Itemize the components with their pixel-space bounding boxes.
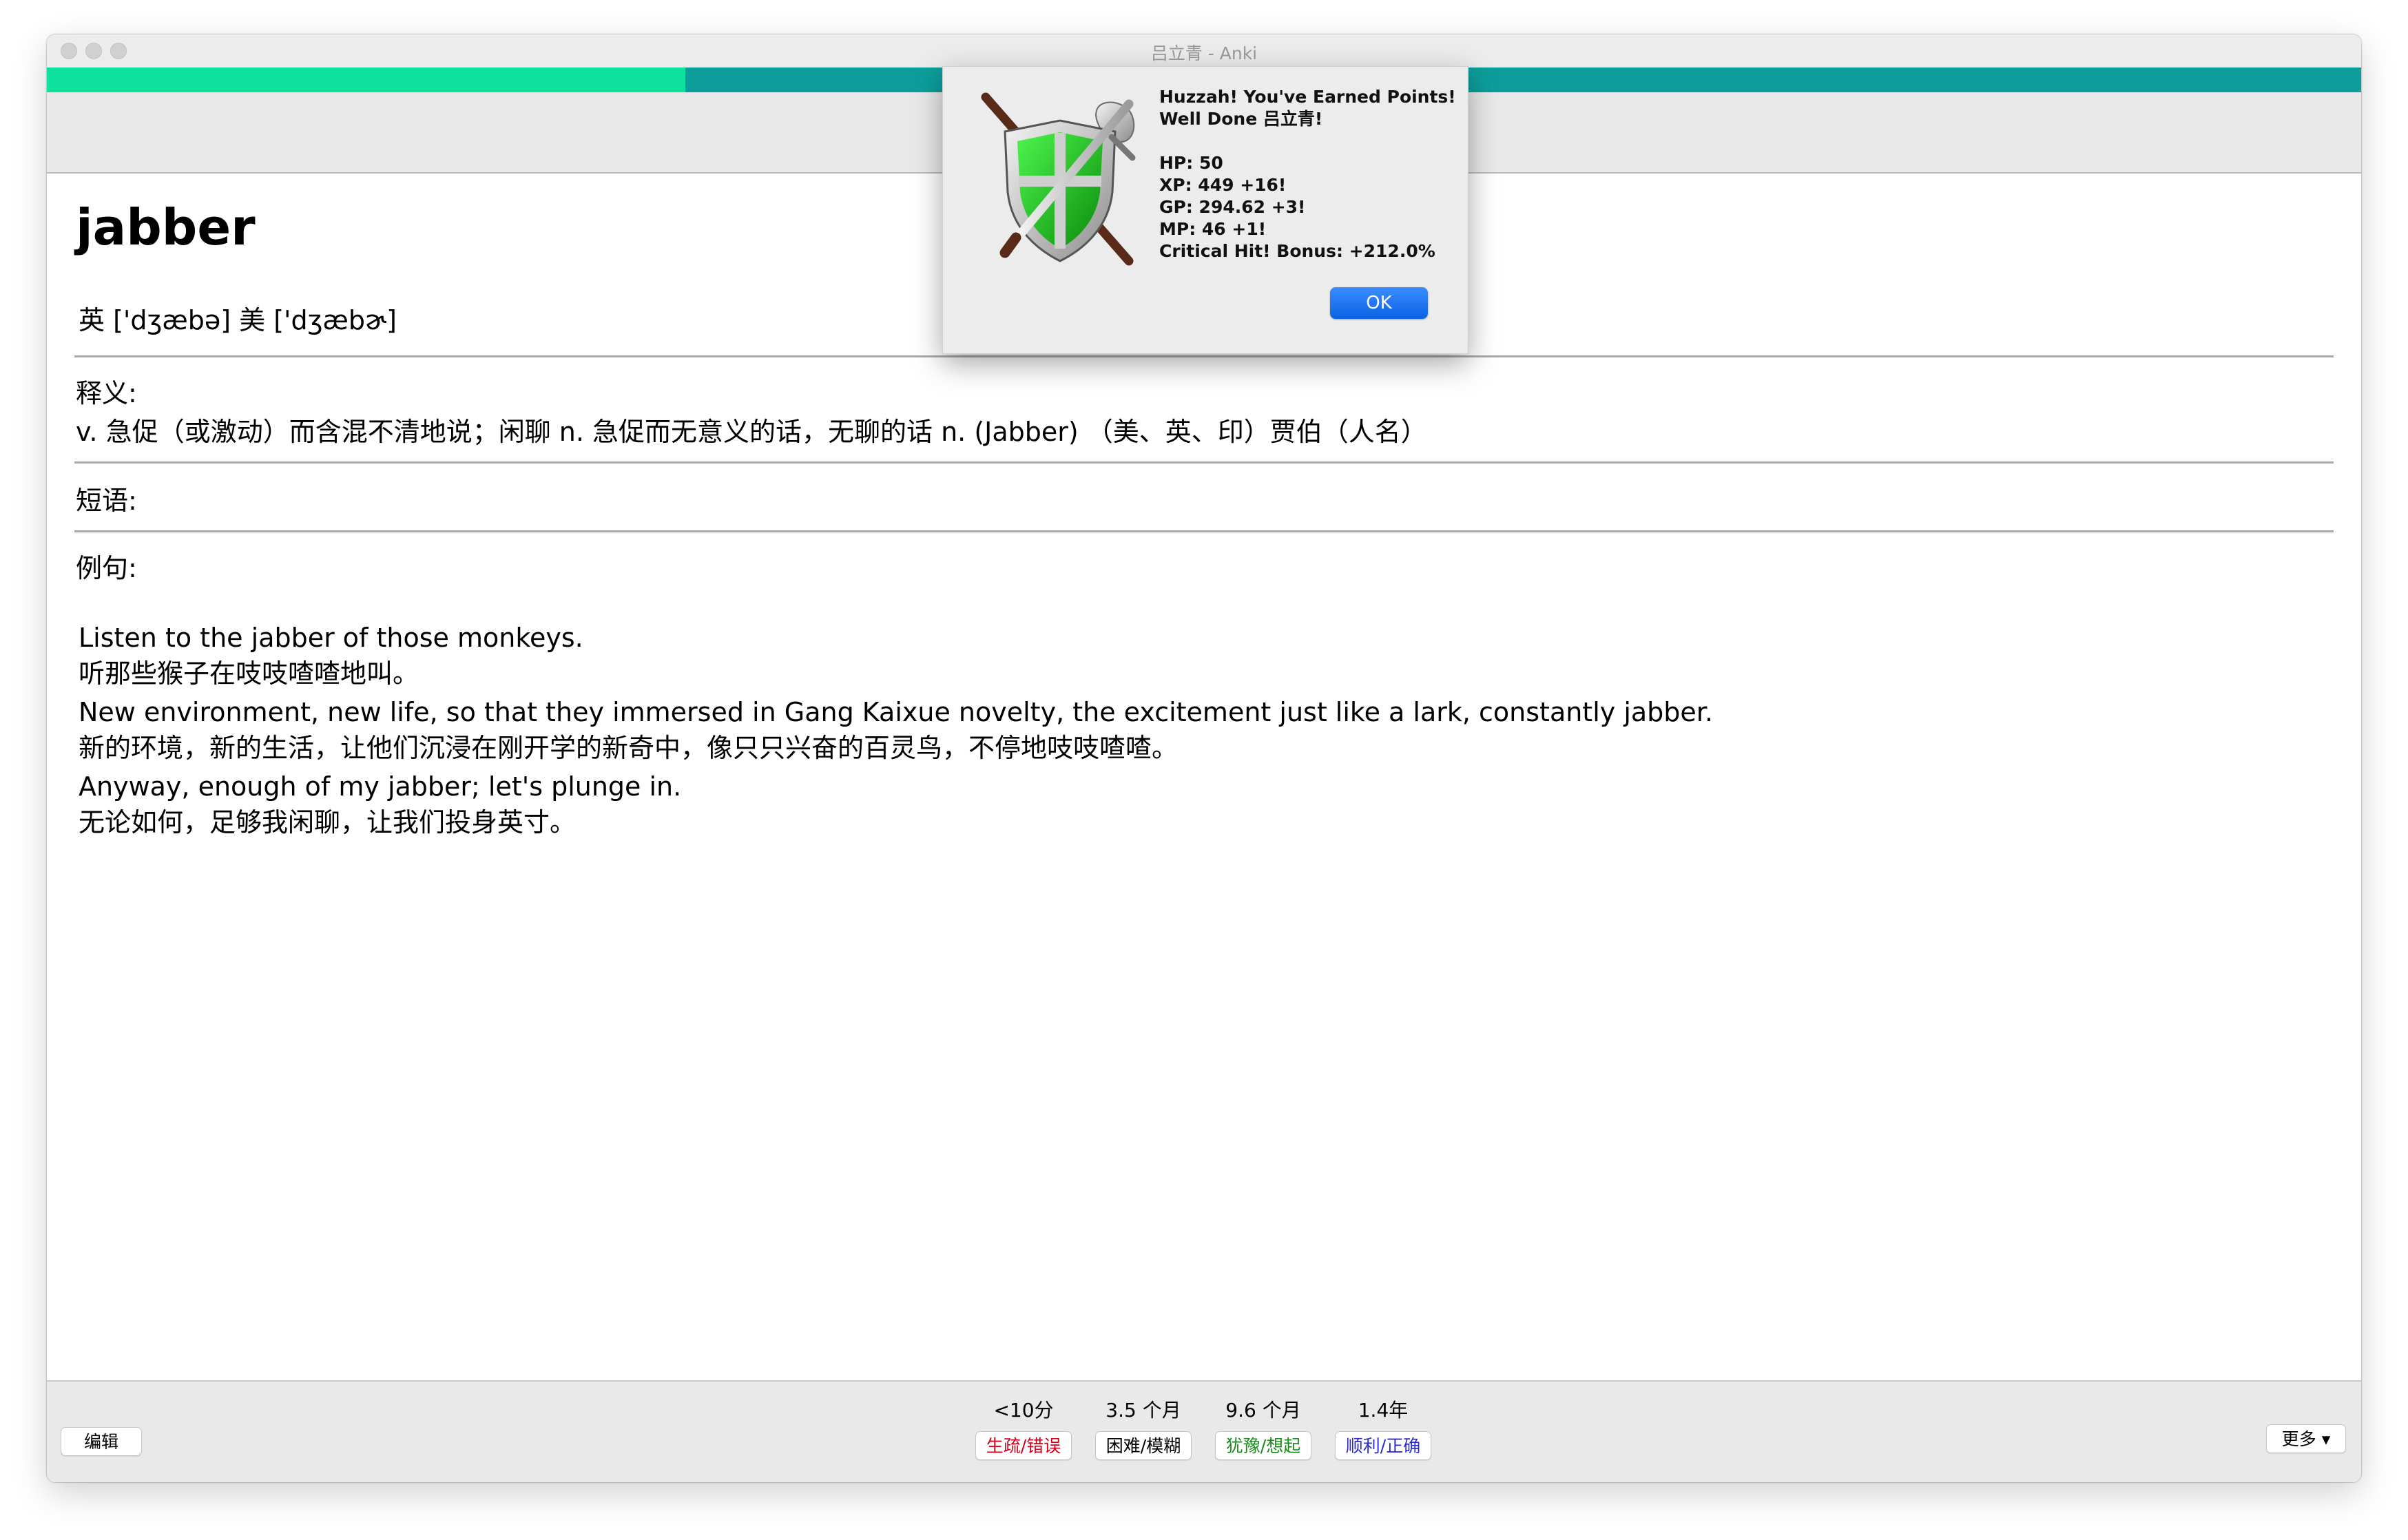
window-title: 吕立青 - Anki [1150, 43, 1258, 63]
interval-easy: 1.4年 [1358, 1399, 1409, 1422]
phrases-label: 短语: [76, 486, 137, 516]
hp-stat: HP: 50 [1159, 153, 1223, 173]
dialog-greeting: Well Done 吕立青! [1159, 109, 1323, 129]
again-button[interactable]: 生疏/错误 [975, 1431, 1072, 1460]
section-divider [74, 530, 2334, 532]
title-bar: 吕立青 - Anki [47, 34, 2361, 68]
definition-text: v. 急促（或激动）而含混不清地说；闲聊 n. 急促而无意义的话，无聊的话 n.… [76, 417, 1427, 447]
edit-button[interactable]: 编辑 [61, 1427, 142, 1456]
example-item: Anyway, enough of my jabber; let's plung… [79, 769, 2283, 840]
example-chinese: 无论如何，足够我闲聊，让我们投身英寸。 [79, 807, 577, 837]
example-item: Listen to the jabber of those monkeys. 听… [79, 620, 2283, 691]
example-english: Listen to the jabber of those monkeys. [79, 623, 583, 653]
section-divider [74, 355, 2334, 357]
answer-bar: 编辑 <10分 3.5 个月 9.6 个月 1.4年 生疏/错误 困难/模糊 犹… [47, 1380, 2361, 1482]
example-item: New environment, new life, so that they … [79, 694, 2283, 766]
shield-crossed-weapons-icon [981, 92, 1136, 266]
interval-good: 9.6 个月 [1225, 1399, 1301, 1422]
dialog-message: Huzzah! You've Earned Points! Well Done … [1159, 86, 1456, 262]
hard-button[interactable]: 困难/模糊 [1095, 1431, 1192, 1460]
examples-list: Listen to the jabber of those monkeys. 听… [79, 620, 2283, 843]
critical-hit-stat: Critical Hit! Bonus: +212.0% [1159, 241, 1435, 261]
example-chinese: 新的环境，新的生活，让他们沉浸在刚开学的新奇中，像只只兴奋的百灵鸟，不停地吱吱喳… [79, 733, 1179, 763]
xp-stat: XP: 449 +16! [1159, 175, 1287, 195]
card-phonetic: 英 ['dʒæbə] 美 ['dʒæbɚ] [79, 305, 397, 335]
more-menu-button[interactable]: 更多 ▾ [2266, 1424, 2346, 1453]
gp-stat: GP: 294.62 +3! [1159, 197, 1306, 217]
good-button[interactable]: 犹豫/想起 [1215, 1431, 1311, 1460]
example-english: New environment, new life, so that they … [79, 697, 1714, 727]
mp-stat: MP: 46 +1! [1159, 219, 1267, 239]
dialog-heading: Huzzah! You've Earned Points! [1159, 87, 1456, 107]
example-chinese: 听那些猴子在吱吱喳喳地叫。 [79, 658, 419, 689]
definition-label: 释义: [76, 378, 137, 408]
dialog-spacer [1159, 130, 1456, 152]
example-english: Anyway, enough of my jabber; let's plung… [79, 771, 682, 802]
card-word: jabber [76, 198, 256, 256]
review-progress-fill [47, 67, 686, 92]
examples-label: 例句: [76, 553, 137, 583]
interval-again: <10分 [993, 1399, 1054, 1422]
ok-button[interactable]: OK [1330, 287, 1428, 319]
section-divider [74, 461, 2334, 464]
interval-hard: 3.5 个月 [1106, 1399, 1181, 1422]
easy-button[interactable]: 顺利/正确 [1335, 1431, 1431, 1460]
points-earned-dialog: Huzzah! You've Earned Points! Well Done … [942, 66, 1468, 354]
